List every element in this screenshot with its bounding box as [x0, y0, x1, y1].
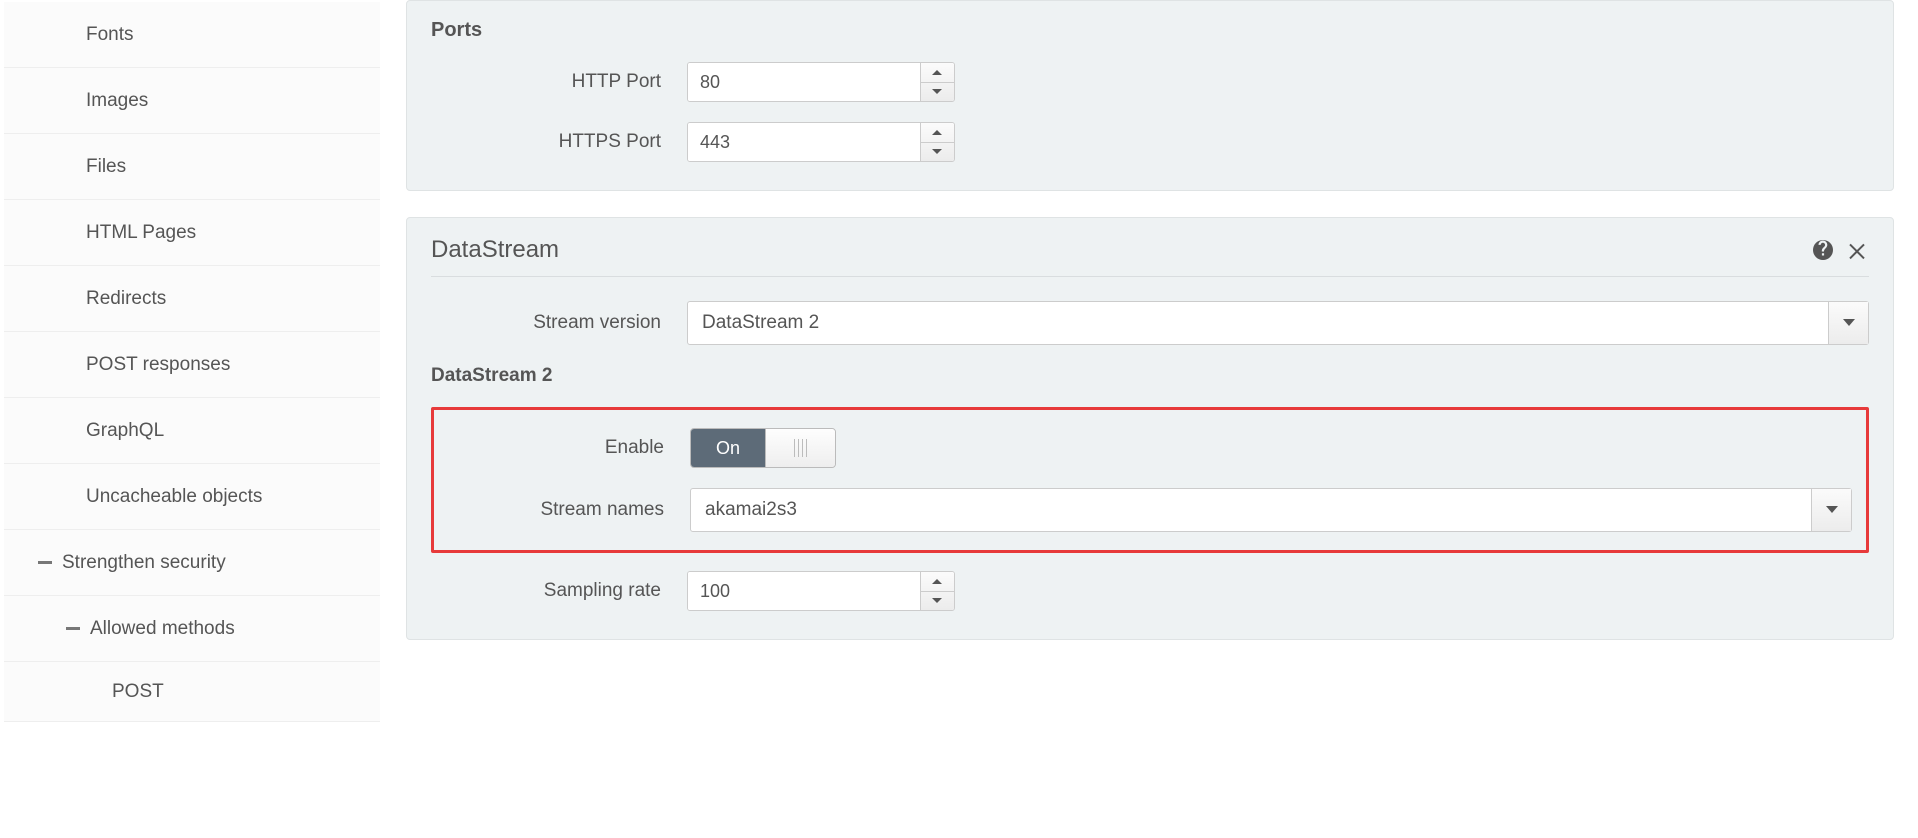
datastream-title: DataStream	[431, 236, 559, 264]
help-icon	[1811, 238, 1835, 262]
http-port-increment[interactable]	[921, 63, 954, 83]
http-port-spinner-buttons	[920, 63, 954, 101]
sidebar-subitem-post[interactable]: POST	[4, 662, 380, 722]
sampling-rate-spinner-buttons	[920, 572, 954, 610]
chevron-up-icon	[931, 577, 943, 585]
panel-datastream: DataStream Stream version DataStream 2	[406, 217, 1894, 640]
chevron-down-icon	[931, 88, 943, 96]
sidebar-item-post-responses[interactable]: POST responses	[4, 332, 380, 398]
sidebar-item-uncacheable-objects[interactable]: Uncacheable objects	[4, 464, 380, 530]
sampling-rate-input[interactable]	[688, 572, 920, 610]
row-enable: Enable On	[540, 428, 1852, 468]
panel-ports: Ports HTTP Port	[406, 0, 1894, 191]
toggle-on-label: On	[691, 429, 765, 467]
sidebar: Fonts Images Files HTML Pages Redirects …	[0, 0, 380, 838]
row-sampling-rate: Sampling rate	[431, 571, 1869, 611]
chevron-up-icon	[931, 128, 943, 136]
sidebar-label: POST responses	[86, 354, 230, 376]
chevron-down-icon	[1842, 318, 1856, 328]
enable-label: Enable	[540, 437, 690, 459]
row-stream-names: Stream names akamai2s3	[540, 488, 1852, 532]
close-icon	[1845, 238, 1869, 262]
sidebar-label: Redirects	[86, 288, 166, 310]
help-button[interactable]	[1811, 238, 1835, 262]
sidebar-label: Images	[86, 90, 148, 112]
datastream2-section-label: DataStream 2	[431, 365, 1869, 387]
sidebar-label: Fonts	[86, 24, 134, 46]
sidebar-label: Files	[86, 156, 126, 178]
sidebar-item-graphql[interactable]: GraphQL	[4, 398, 380, 464]
highlight-box: Enable On Stream names	[431, 407, 1869, 553]
row-http-port: HTTP Port	[431, 62, 1869, 102]
https-port-input[interactable]	[688, 123, 920, 161]
row-stream-version: Stream version DataStream 2	[431, 301, 1869, 345]
panel-header: DataStream	[431, 236, 1869, 277]
sidebar-label: Uncacheable objects	[86, 486, 262, 508]
stream-version-caret	[1828, 302, 1868, 344]
http-port-decrement[interactable]	[921, 83, 954, 102]
grip-icon	[794, 439, 807, 457]
sidebar-label: GraphQL	[86, 420, 164, 442]
stream-names-caret	[1811, 489, 1851, 531]
close-button[interactable]	[1845, 238, 1869, 262]
stream-names-select[interactable]: akamai2s3	[690, 488, 1852, 532]
sidebar-subgroup-allowed-methods[interactable]: Allowed methods	[4, 596, 380, 662]
sampling-rate-label: Sampling rate	[537, 580, 687, 602]
stream-names-label: Stream names	[540, 499, 690, 521]
sidebar-group-label: Strengthen security	[62, 552, 226, 574]
sampling-rate-input-wrap	[687, 571, 955, 611]
https-port-decrement[interactable]	[921, 143, 954, 162]
sampling-rate-increment[interactable]	[921, 572, 954, 592]
panel-actions	[1811, 238, 1869, 262]
sampling-rate-decrement[interactable]	[921, 592, 954, 611]
sidebar-label: POST	[112, 681, 164, 703]
https-port-spinner-buttons	[920, 123, 954, 161]
https-port-label: HTTPS Port	[431, 131, 687, 153]
collapse-icon	[38, 561, 52, 564]
https-port-input-wrap	[687, 122, 955, 162]
collapse-icon	[66, 627, 80, 630]
sidebar-subgroup-label: Allowed methods	[90, 618, 235, 640]
row-https-port: HTTPS Port	[431, 122, 1869, 162]
chevron-down-icon	[931, 597, 943, 605]
sidebar-label: HTML Pages	[86, 222, 196, 244]
chevron-up-icon	[931, 68, 943, 76]
sidebar-item-redirects[interactable]: Redirects	[4, 266, 380, 332]
sidebar-group-strengthen-security[interactable]: Strengthen security	[4, 530, 380, 596]
http-port-label: HTTP Port	[431, 71, 687, 93]
stream-version-label: Stream version	[431, 312, 687, 334]
sidebar-item-fonts[interactable]: Fonts	[4, 2, 380, 68]
https-port-increment[interactable]	[921, 123, 954, 143]
chevron-down-icon	[931, 148, 943, 156]
chevron-down-icon	[1825, 505, 1839, 515]
stream-names-value: akamai2s3	[705, 499, 1811, 521]
toggle-handle	[765, 429, 835, 467]
sidebar-item-files[interactable]: Files	[4, 134, 380, 200]
main-content: Ports HTTP Port	[380, 0, 1918, 838]
sidebar-item-html-pages[interactable]: HTML Pages	[4, 200, 380, 266]
sidebar-item-images[interactable]: Images	[4, 68, 380, 134]
http-port-input[interactable]	[688, 63, 920, 101]
stream-version-select[interactable]: DataStream 2	[687, 301, 1869, 345]
stream-version-value: DataStream 2	[702, 312, 1828, 334]
ports-heading: Ports	[431, 19, 1869, 42]
http-port-input-wrap	[687, 62, 955, 102]
enable-toggle[interactable]: On	[690, 428, 836, 468]
